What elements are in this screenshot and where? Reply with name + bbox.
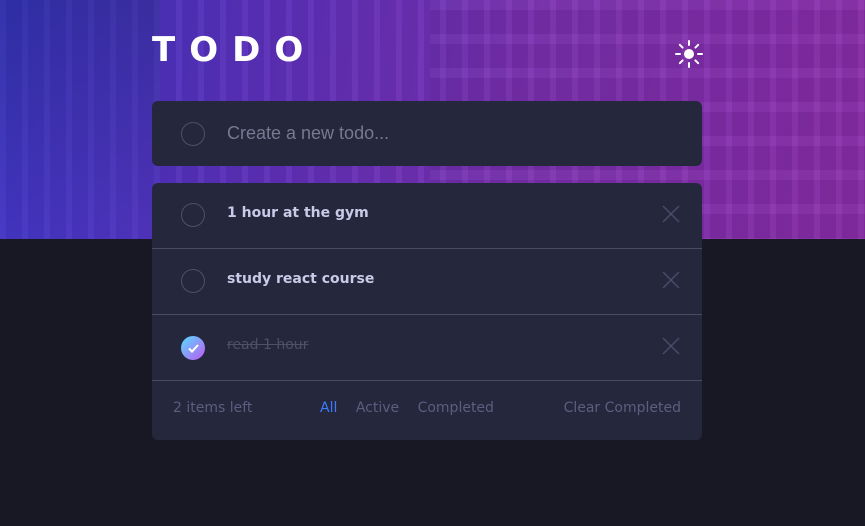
filter-tabs: All Active Completed <box>320 400 508 416</box>
filter-completed[interactable]: Completed <box>418 400 494 416</box>
new-todo-box <box>152 101 702 166</box>
new-todo-circle[interactable] <box>181 122 205 146</box>
todo-checkbox-checked[interactable] <box>181 336 205 360</box>
new-todo-input[interactable] <box>227 101 677 166</box>
sun-icon <box>675 40 703 68</box>
theme-toggle-button[interactable] <box>674 39 704 69</box>
cross-icon <box>662 205 680 223</box>
todo-list: 1 hour at the gym study react course rea… <box>152 183 702 440</box>
todo-checkbox[interactable] <box>181 203 205 227</box>
check-icon <box>187 343 199 353</box>
filter-all[interactable]: All <box>320 400 337 416</box>
delete-button[interactable] <box>661 270 681 290</box>
delete-button[interactable] <box>661 336 681 356</box>
background-shade <box>0 0 160 239</box>
cross-icon <box>662 271 680 289</box>
todo-checkbox[interactable] <box>181 269 205 293</box>
filter-active[interactable]: Active <box>356 400 399 416</box>
todo-item: study react course <box>152 249 702 315</box>
clear-completed-button[interactable]: Clear Completed <box>564 400 681 416</box>
todo-text: 1 hour at the gym <box>227 205 369 221</box>
todo-item: 1 hour at the gym <box>152 183 702 249</box>
cross-icon <box>662 337 680 355</box>
delete-button[interactable] <box>661 204 681 224</box>
list-footer: 2 items left All Active Completed Clear … <box>152 381 702 440</box>
todo-text: study react course <box>227 271 375 287</box>
todo-text: read 1 hour <box>227 337 309 353</box>
todo-item: read 1 hour <box>152 315 702 381</box>
items-left-count: 2 items left <box>173 400 253 416</box>
app-title: TODO <box>152 30 318 70</box>
